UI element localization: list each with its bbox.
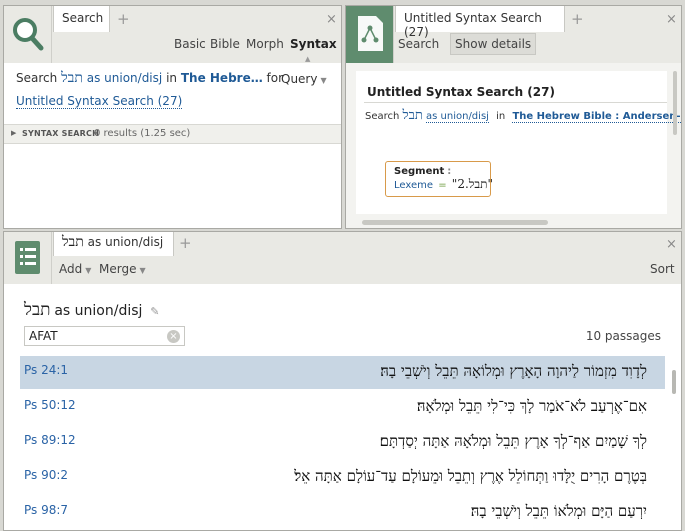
- syntax-in-label: in: [496, 111, 506, 122]
- syntax-source[interactable]: The Hebrew Bible : Andersen-Forbes: [512, 111, 681, 123]
- passage-row[interactable]: Ps 98:7 יִרְעַם הַיָּם וּמְלֹאוֹ תֵּבֵל …: [20, 496, 665, 530]
- colon-dots-icon: :: [447, 166, 452, 177]
- filter-input[interactable]: AFAT: [29, 329, 58, 343]
- edit-pencil-icon[interactable]: ✎: [150, 305, 159, 318]
- syntax-query-hebrew[interactable]: תבל: [403, 108, 423, 123]
- tab-syntax-search[interactable]: Untitled Syntax Search (27): [395, 6, 565, 39]
- syntax-doc: Untitled Syntax Search (27) Search תבל a…: [356, 71, 681, 214]
- query-dropdown-label: Query: [281, 72, 318, 86]
- query-prefix: Search: [16, 71, 58, 85]
- nav-morph[interactable]: Morph: [246, 37, 284, 51]
- segment-node-title: Segment: [394, 166, 445, 177]
- passage-text: אִם־אֶרְעַב לֹא־אֹמַר לָךְ כִּי־לִי תֵּב…: [416, 397, 647, 415]
- source-selector[interactable]: The Hebre…: [181, 71, 263, 85]
- syntax-tree-icon: [358, 16, 383, 51]
- passage-row[interactable]: Ps 24:1 לְדָוִד מִזְמוֹר לַיהוָה הָאָרֶץ…: [20, 356, 665, 390]
- syntax-panel: Untitled Syntax Search (27) + × Search S…: [345, 5, 682, 229]
- passage-row[interactable]: Ps 50:12 אִם־אֶרְעַב לֹא־אֹמַר לָךְ כִּי…: [20, 391, 665, 425]
- saved-search-link[interactable]: Untitled Syntax Search (27): [16, 94, 183, 109]
- lexeme-eq: =: [438, 180, 447, 191]
- syntax-rule: [364, 102, 667, 103]
- list-document-icon: [15, 241, 40, 274]
- new-tab-plus-icon[interactable]: +: [179, 234, 192, 252]
- passage-ref[interactable]: Ps 98:7: [24, 503, 68, 517]
- nav-syntax-indicator-icon: ▲: [305, 55, 311, 63]
- show-details-button[interactable]: Show details: [450, 33, 537, 55]
- sort-button[interactable]: Sort: [650, 262, 675, 276]
- filter-field[interactable]: AFAT ×: [24, 326, 185, 346]
- query-mode[interactable]: as union/disj: [87, 71, 163, 85]
- add-label: Add: [59, 262, 83, 276]
- query-hebrew[interactable]: תבל: [61, 70, 83, 86]
- heading-mode: as union/disj: [54, 303, 143, 319]
- merge-label: Merge: [99, 262, 137, 276]
- nav-syntax[interactable]: Syntax: [290, 37, 337, 51]
- query-dropdown[interactable]: Query ▼: [281, 72, 327, 86]
- magnifier-icon: [13, 18, 44, 51]
- search-panel: Search + × Basic Bible Morph Syntax ▲ Se…: [3, 5, 342, 229]
- syntax-content: Untitled Syntax Search (27) Search תבל a…: [346, 63, 681, 228]
- chevron-down-icon: ▼: [139, 266, 146, 275]
- passages-panel-icon-box: [4, 232, 52, 284]
- clear-filter-icon[interactable]: ×: [167, 330, 180, 343]
- passage-row[interactable]: Ps 89:12 לְךָ שָׁמַיִם אַף־לְךָ אָרֶץ תֵ…: [20, 426, 665, 460]
- results-summary: 0 results (1.25 sec): [94, 128, 191, 139]
- passage-count: 10 passages: [585, 329, 661, 343]
- close-icon[interactable]: ×: [666, 12, 677, 27]
- syntax-query-line: Search תבל as union/disj in The Hebrew B…: [365, 107, 681, 123]
- tab-search[interactable]: Search: [53, 6, 110, 32]
- add-menu[interactable]: Add ▼: [59, 262, 91, 276]
- syntax-search-button[interactable]: Search: [398, 37, 439, 51]
- passage-ref[interactable]: Ps 89:12: [24, 433, 76, 447]
- tab-passages-mode: as union/disj: [87, 235, 164, 249]
- passage-text: יִרְעַם הַיָּם וּמְלֹאוֹ תֵּבֵל וְיֹשְׁב…: [470, 502, 647, 520]
- passage-text: לְךָ שָׁמַיִם אַף־לְךָ אָרֶץ תֵּבֵל וּמְ…: [379, 432, 647, 450]
- v-scrollbar[interactable]: [673, 71, 677, 135]
- close-icon[interactable]: ×: [326, 12, 337, 27]
- passage-ref[interactable]: Ps 24:1: [24, 363, 68, 377]
- syntax-panel-icon-box: [346, 6, 394, 63]
- expand-triangle-icon[interactable]: ▶: [11, 129, 16, 137]
- new-tab-plus-icon[interactable]: +: [117, 10, 130, 28]
- segment-node-attr-row: Lexeme = "2.תבל": [394, 177, 493, 192]
- nav-basic[interactable]: Basic: [174, 37, 206, 51]
- merge-menu[interactable]: Merge ▼: [99, 262, 146, 276]
- close-icon[interactable]: ×: [666, 237, 677, 252]
- chevron-down-icon: ▼: [320, 76, 327, 85]
- list-scrollbar[interactable]: [672, 370, 676, 394]
- tab-passages[interactable]: תבל as union/disj: [53, 232, 174, 256]
- syntax-query-mode[interactable]: as union/disj: [426, 111, 489, 123]
- tab-passages-hebrew: תבל: [62, 234, 84, 250]
- passages-heading: תבל as union/disj ✎: [24, 300, 159, 320]
- passage-ref[interactable]: Ps 50:12: [24, 398, 76, 412]
- h-scrollbar[interactable]: [362, 220, 548, 225]
- chevron-down-icon: ▼: [85, 266, 92, 275]
- tab-search-label: Search: [62, 11, 104, 25]
- syntax-search-label: Search: [365, 111, 400, 122]
- lexeme-value[interactable]: "2.תבל": [452, 177, 493, 191]
- search-panel-icon-box: [4, 6, 52, 63]
- heading-hebrew: תבל: [24, 300, 51, 320]
- passage-list: Ps 24:1 לְדָוִד מִזְמוֹר לַיהוָה הָאָרֶץ…: [4, 356, 681, 530]
- new-tab-plus-icon[interactable]: +: [571, 10, 584, 28]
- passages-panel: תבל as union/disj + × Add ▼ Merge ▼ Sort ת…: [3, 231, 682, 531]
- nav-bible[interactable]: Bible: [210, 37, 240, 51]
- results-header[interactable]: SYNTAX SEARCH: [22, 129, 99, 138]
- segment-node[interactable]: Segment: Lexeme = "2.תבל": [385, 161, 493, 197]
- lexeme-attr[interactable]: Lexeme: [394, 180, 433, 191]
- passage-text: לְדָוִד מִזְמוֹר לַיהוָה הָאָרֶץ וּמְלוֹ…: [380, 362, 647, 380]
- syntax-title: Untitled Syntax Search (27): [367, 85, 555, 99]
- passage-ref[interactable]: Ps 90:2: [24, 468, 68, 482]
- passage-row[interactable]: Ps 90:2 בְּטֶרֶם הָרִים יֻלָּדוּ וַתְּחו…: [20, 461, 665, 495]
- segment-node-title-row: Segment:: [394, 166, 490, 177]
- in-label: in: [166, 71, 178, 85]
- results-bar: ▶ SYNTAX SEARCH 0 results (1.25 sec): [4, 124, 341, 144]
- passage-text: בְּטֶרֶם הָרִים יֻלָּדוּ וַתְּחוֹלֵל אֶר…: [294, 467, 647, 485]
